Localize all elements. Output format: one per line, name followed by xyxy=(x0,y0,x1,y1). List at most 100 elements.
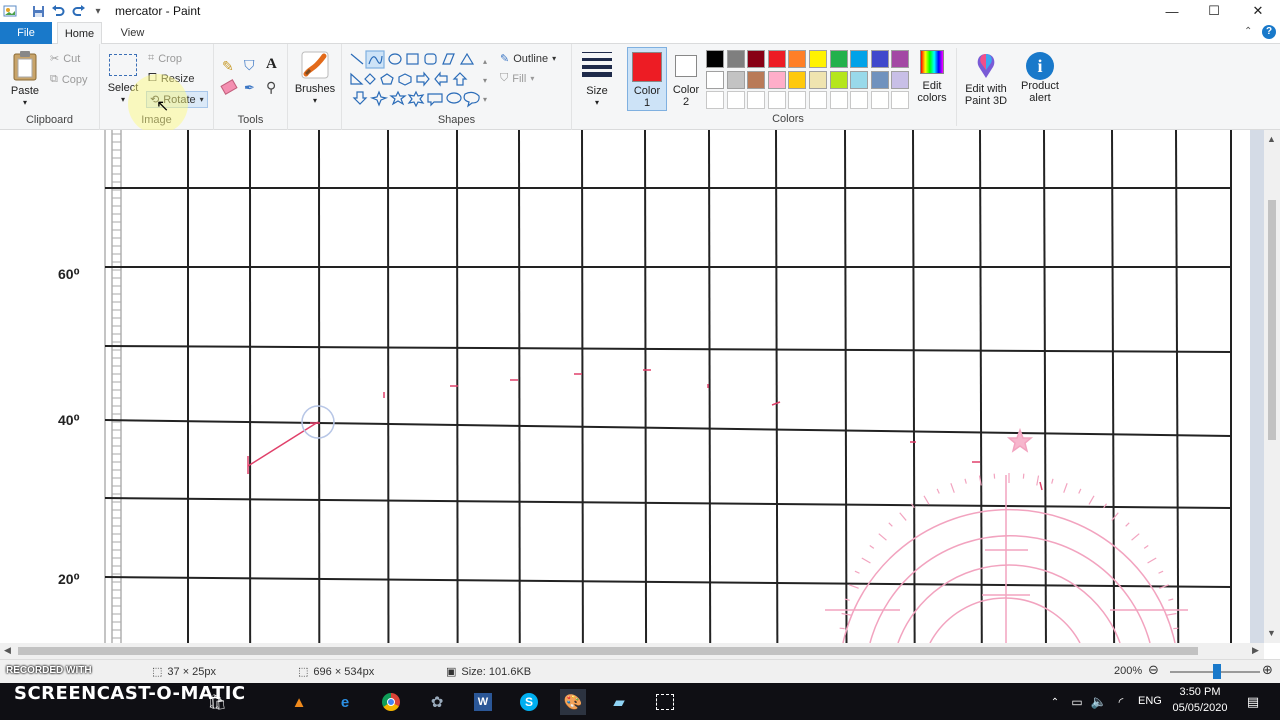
eraser-icon[interactable] xyxy=(220,79,238,95)
tools-group: ✎ ⛉ A ✒ ⚲ Tools xyxy=(214,44,288,130)
scroll-up-icon[interactable]: ▲ xyxy=(1267,134,1276,144)
palette-swatch[interactable] xyxy=(870,50,889,68)
custom-color-slot[interactable] xyxy=(850,91,869,109)
clock-time[interactable]: 3:50 PM xyxy=(1170,686,1230,698)
magnifier-icon[interactable]: ⚲ xyxy=(266,79,276,96)
scroll-left-icon[interactable]: ◀ xyxy=(4,645,11,656)
edit-colors-button[interactable]: Edit colors xyxy=(912,50,952,104)
zoom-in-icon[interactable]: ⊕ xyxy=(1262,662,1273,678)
language-indicator[interactable]: ENG xyxy=(1138,695,1162,707)
palette-swatch[interactable] xyxy=(767,50,786,68)
palette-swatch[interactable] xyxy=(870,70,889,89)
palette-swatch[interactable] xyxy=(809,70,827,89)
shapes-gallery[interactable] xyxy=(348,50,498,110)
product-alert-button[interactable]: i Product alert xyxy=(1016,52,1064,104)
help-icon[interactable]: ? xyxy=(1262,25,1276,39)
fill-button[interactable]: ⛉ Fill ▾ xyxy=(500,72,534,85)
notifications-icon[interactable]: ▤ xyxy=(1240,689,1266,715)
color1-label-line1: Color xyxy=(633,85,661,97)
save-icon[interactable] xyxy=(30,3,46,19)
palette-swatch[interactable] xyxy=(891,70,910,89)
pencil-icon[interactable]: ✎ xyxy=(222,58,234,75)
fill-bucket-icon[interactable]: ⛉ xyxy=(244,57,255,74)
palette-swatch[interactable] xyxy=(891,50,910,68)
notes-icon[interactable]: ▰ xyxy=(606,689,632,715)
color2-button[interactable]: Color 2 xyxy=(668,47,704,111)
edit-with-paint3d-button[interactable]: Edit with Paint 3D xyxy=(960,52,1012,107)
skype-icon[interactable]: S xyxy=(516,689,542,715)
custom-color-slot[interactable] xyxy=(726,91,745,109)
word-icon[interactable]: W xyxy=(470,689,496,715)
custom-color-slot[interactable] xyxy=(809,91,827,109)
custom-color-slot[interactable] xyxy=(829,91,848,109)
palette-swatch[interactable] xyxy=(747,50,766,68)
paste-button[interactable]: Paste ▾ xyxy=(8,50,42,109)
edge-icon[interactable]: e xyxy=(332,689,358,715)
custom-color-slot[interactable] xyxy=(891,91,910,109)
text-tool-icon[interactable]: A xyxy=(266,56,277,73)
copy-button[interactable]: ⧉ Copy xyxy=(50,73,88,86)
palette-swatch[interactable] xyxy=(706,50,724,68)
file-size-icon: ▣ xyxy=(446,666,457,678)
horizontal-scroll-thumb[interactable] xyxy=(18,647,1198,655)
palette-swatch[interactable] xyxy=(706,70,724,89)
palette-swatch[interactable] xyxy=(747,70,766,89)
colors-group-label: Colors xyxy=(772,113,804,125)
custom-color-slot[interactable] xyxy=(706,91,724,109)
undo-icon[interactable] xyxy=(50,3,66,19)
palette-swatch[interactable] xyxy=(829,50,848,68)
scroll-right-icon[interactable]: ▶ xyxy=(1252,645,1259,656)
tab-file[interactable]: File xyxy=(0,22,52,44)
palette-swatch[interactable] xyxy=(850,50,869,68)
snipping-icon[interactable] xyxy=(652,689,678,715)
minimize-button[interactable]: — xyxy=(1150,0,1194,22)
custom-color-slot[interactable] xyxy=(747,91,766,109)
palette-swatch[interactable] xyxy=(788,50,807,68)
paint-taskbar-icon[interactable]: 🎨 xyxy=(560,689,586,715)
vertical-scroll-thumb[interactable] xyxy=(1268,200,1276,440)
zoom-slider-thumb[interactable] xyxy=(1213,664,1221,679)
palette-swatch[interactable] xyxy=(726,70,745,89)
customize-toolbar-icon[interactable]: ▾ xyxy=(90,3,106,19)
brushes-button[interactable]: Brushes ▾ xyxy=(294,50,336,107)
horizontal-scrollbar[interactable]: ◀ ▶ xyxy=(0,643,1264,659)
color2-label-line2: 2 xyxy=(682,96,690,108)
brushes-label: Brushes xyxy=(294,83,336,95)
ribbon-separator xyxy=(956,48,957,126)
vlc-icon[interactable]: ▲ xyxy=(286,689,312,715)
tab-view[interactable]: View xyxy=(110,22,155,44)
paint-app-icon xyxy=(2,3,18,19)
wifi-icon[interactable]: ◜ xyxy=(1108,689,1134,715)
outline-button[interactable]: ✎ Outline ▾ xyxy=(500,52,556,66)
custom-color-slot[interactable] xyxy=(788,91,807,109)
brushes-group: Brushes ▾ xyxy=(288,44,342,130)
drawing-canvas[interactable]: 60⁰ 40⁰ 20⁰ xyxy=(0,130,1250,643)
palette-swatch[interactable] xyxy=(767,70,786,89)
tab-home[interactable]: Home xyxy=(57,22,102,44)
collapse-ribbon-icon[interactable]: ⌃ xyxy=(1244,26,1252,37)
maximize-button[interactable]: ☐ xyxy=(1192,0,1236,22)
palette-swatch[interactable] xyxy=(829,70,848,89)
palette-swatch[interactable] xyxy=(850,70,869,89)
paint3d-label-line1: Edit with xyxy=(965,83,1007,95)
vertical-scrollbar[interactable]: ▲ ▼ xyxy=(1264,130,1280,643)
scroll-down-icon[interactable]: ▼ xyxy=(1267,628,1276,638)
close-button[interactable]: ✕ xyxy=(1236,0,1280,22)
crop-button[interactable]: ⌗ Crop xyxy=(148,52,182,65)
custom-color-slot[interactable] xyxy=(767,91,786,109)
zoom-out-icon[interactable]: ⊖ xyxy=(1148,662,1159,678)
palette-swatch[interactable] xyxy=(726,50,745,68)
size-button[interactable]: Size ▾ xyxy=(578,50,616,109)
color1-button[interactable]: Color 1 xyxy=(627,47,667,111)
chrome-icon[interactable] xyxy=(378,689,404,715)
color-picker-icon[interactable]: ✒ xyxy=(244,80,255,96)
clock-date[interactable]: 05/05/2020 xyxy=(1170,702,1230,714)
cut-button[interactable]: ✂ Cut xyxy=(50,52,80,66)
app-icon[interactable]: ✿ xyxy=(424,689,450,715)
palette-swatch[interactable] xyxy=(809,50,827,68)
palette-swatch[interactable] xyxy=(788,70,807,89)
custom-color-slot[interactable] xyxy=(870,91,889,109)
shapes-scroll-icon[interactable]: ▴ ▾ ▾ xyxy=(483,52,487,109)
redo-icon[interactable] xyxy=(71,3,87,19)
crop-label: Crop xyxy=(158,52,183,65)
